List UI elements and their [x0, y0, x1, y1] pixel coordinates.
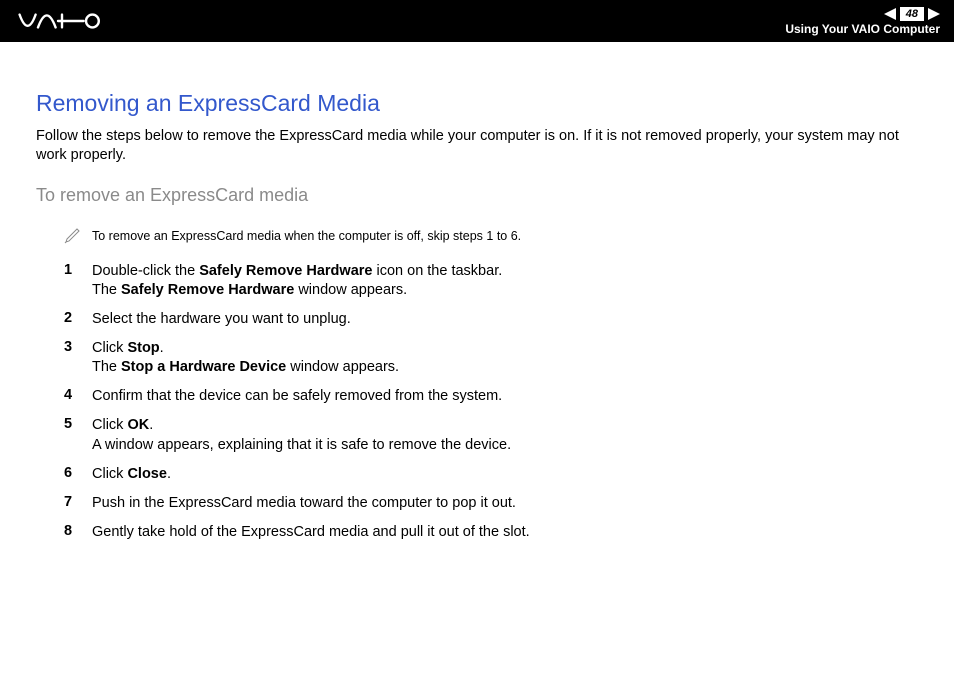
step-text: Click Stop.The Stop a Hardware Device wi…	[92, 339, 399, 377]
steps-list: 1Double-click the Safely Remove Hardware…	[36, 262, 918, 542]
step-number: 4	[64, 387, 92, 403]
step-number: 5	[64, 416, 92, 432]
step-number: 6	[64, 465, 92, 481]
prev-page-arrow-icon[interactable]	[884, 8, 896, 20]
step-text: Push in the ExpressCard media toward the…	[92, 494, 516, 513]
next-page-arrow-icon[interactable]	[928, 8, 940, 20]
step-row: 4Confirm that the device can be safely r…	[64, 387, 918, 406]
page-content: Removing an ExpressCard Media Follow the…	[0, 42, 954, 542]
section-label: Using Your VAIO Computer	[785, 22, 940, 36]
step-text: Confirm that the device can be safely re…	[92, 387, 502, 406]
step-row: 8Gently take hold of the ExpressCard med…	[64, 523, 918, 542]
step-text: Click OK.A window appears, explaining th…	[92, 416, 511, 454]
step-row: 6Click Close.	[64, 465, 918, 484]
page-title: Removing an ExpressCard Media	[36, 90, 918, 117]
note-text: To remove an ExpressCard media when the …	[92, 222, 521, 245]
step-number: 7	[64, 494, 92, 510]
subtitle: To remove an ExpressCard media	[36, 185, 918, 206]
step-row: 1Double-click the Safely Remove Hardware…	[64, 262, 918, 300]
step-text: Double-click the Safely Remove Hardware …	[92, 262, 502, 300]
page-number: 48	[900, 7, 924, 21]
page-nav: 48	[884, 7, 940, 21]
header-right: 48 Using Your VAIO Computer	[785, 7, 940, 36]
note-row: To remove an ExpressCard media when the …	[36, 222, 918, 250]
step-text: Select the hardware you want to unplug.	[92, 310, 351, 329]
step-number: 1	[64, 262, 92, 278]
step-text: Gently take hold of the ExpressCard medi…	[92, 523, 530, 542]
step-row: 2Select the hardware you want to unplug.	[64, 310, 918, 329]
step-number: 3	[64, 339, 92, 355]
note-pencil-icon	[64, 222, 92, 250]
step-row: 7Push in the ExpressCard media toward th…	[64, 494, 918, 513]
step-number: 8	[64, 523, 92, 539]
step-row: 5Click OK.A window appears, explaining t…	[64, 416, 918, 454]
header-bar: 48 Using Your VAIO Computer	[0, 0, 954, 42]
vaio-logo	[18, 11, 114, 31]
step-number: 2	[64, 310, 92, 326]
step-row: 3Click Stop.The Stop a Hardware Device w…	[64, 339, 918, 377]
intro-paragraph: Follow the steps below to remove the Exp…	[36, 127, 918, 165]
step-text: Click Close.	[92, 465, 171, 484]
